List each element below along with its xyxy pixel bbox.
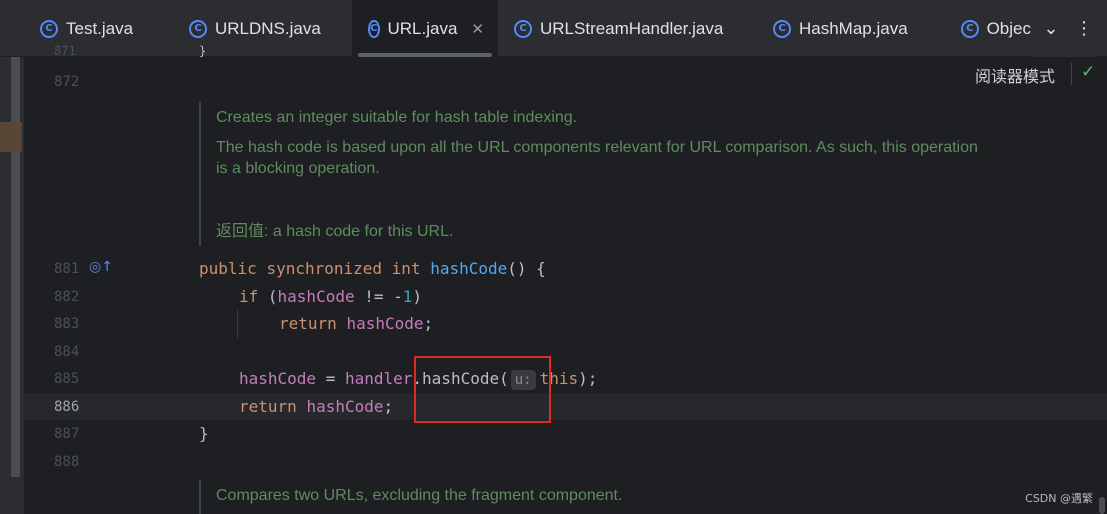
code-line-871: }	[199, 44, 206, 58]
code-line-883: return hashCode;	[279, 314, 433, 333]
tab-urlstreamhandler-java[interactable]: C URLStreamHandler.java	[498, 0, 757, 57]
class-icon: C	[40, 19, 58, 38]
code-token: if	[239, 287, 259, 306]
indent-guide	[237, 310, 238, 338]
class-icon: C	[189, 19, 207, 38]
tab-label: URL.java	[387, 18, 458, 38]
code-token: 1	[402, 287, 413, 306]
change-marker	[0, 122, 22, 152]
code-token: hashCode	[277, 287, 355, 306]
code-token: }	[199, 424, 209, 443]
code-token: );	[578, 369, 598, 388]
tab-object-java[interactable]: C Objec	[945, 0, 1045, 57]
line-number: 885	[54, 371, 80, 387]
left-tool-strip	[0, 57, 24, 514]
tab-list-dropdown-icon[interactable]: ⌄	[1032, 0, 1070, 57]
doc-summary: Compares two URLs, excluding the fragmen…	[216, 487, 623, 504]
code-token: (	[258, 287, 278, 306]
more-actions-icon[interactable]: ⋮	[1070, 0, 1098, 57]
class-icon: C	[773, 19, 791, 38]
line-number: 882	[54, 289, 80, 305]
code-token: () {	[507, 259, 546, 278]
tab-strip: C Test.java C URLDNS.java C URL.java ✕ C…	[24, 0, 1045, 57]
close-icon[interactable]: ✕	[471, 20, 484, 38]
code-line-886: return hashCode;	[239, 397, 393, 416]
code-token: return	[239, 397, 297, 416]
code-token: hashCode	[346, 314, 424, 333]
editor-tab-bar: C Test.java C URLDNS.java C URL.java ✕ C…	[0, 0, 1107, 57]
line-number-gutter	[24, 57, 156, 514]
code-line-882: if (hashCode != -1)	[239, 287, 422, 306]
code-token: synchronized	[266, 259, 383, 278]
scroll-thumb[interactable]	[1099, 497, 1105, 514]
code-token: hashCode	[306, 397, 384, 416]
class-icon: C	[514, 19, 532, 38]
doc-comment-hashcode: Creates an integer suitable for hash tab…	[199, 101, 999, 246]
tab-hashmap-java[interactable]: C HashMap.java	[757, 0, 945, 57]
line-number: 884	[54, 344, 80, 360]
doc-returns-text: a hash code for this URL.	[268, 223, 454, 240]
line-number: 888	[54, 454, 80, 470]
code-line-887: }	[199, 424, 209, 443]
code-token: }	[199, 44, 207, 58]
code-token: != -	[354, 287, 403, 306]
doc-comment-equals: Compares two URLs, excluding the fragmen…	[199, 480, 999, 514]
code-line-881: public synchronized int hashCode() {	[199, 259, 546, 278]
code-token: hashCode	[239, 369, 317, 388]
class-icon: C	[368, 19, 380, 38]
doc-detail: The hash code is based upon all the URL …	[216, 139, 978, 177]
override-method-icon[interactable]: ◎↑	[89, 259, 113, 275]
highlight-annotation-box	[414, 356, 551, 423]
line-number-current: 886	[54, 399, 80, 415]
tab-url-java[interactable]: C URL.java ✕	[352, 0, 498, 57]
doc-summary: Creates an integer suitable for hash tab…	[216, 109, 578, 126]
tab-label: HashMap.java	[799, 18, 908, 38]
editor-scrollbar[interactable]	[1097, 57, 1107, 514]
left-scrollbar[interactable]	[11, 57, 20, 477]
code-token: =	[316, 369, 345, 388]
tab-label: Objec	[986, 18, 1031, 38]
code-token: public	[199, 259, 257, 278]
line-number: 883	[54, 316, 80, 332]
code-token: hashCode	[430, 259, 508, 278]
doc-returns: 返回值: a hash code for this URL.	[216, 221, 999, 242]
divider	[1071, 63, 1072, 85]
line-number: 872	[54, 74, 80, 90]
doc-returns-label: 返回值:	[216, 223, 269, 240]
watermark: CSDN @遇繁	[1025, 492, 1093, 505]
code-token: ;	[423, 314, 434, 333]
code-token: ;	[383, 397, 394, 416]
line-number: 871	[54, 44, 76, 58]
code-token: )	[412, 287, 423, 306]
tab-label: URLDNS.java	[215, 18, 321, 38]
class-icon: C	[961, 19, 979, 38]
tab-label: Test.java	[66, 18, 134, 38]
line-number: 887	[54, 426, 80, 442]
check-icon[interactable]: ✓	[1081, 62, 1095, 82]
code-token: return	[279, 314, 337, 333]
reader-mode-toggle[interactable]: 阅读器模式	[975, 63, 1055, 87]
code-token: handler	[344, 369, 413, 388]
code-token: int	[391, 259, 421, 278]
tab-label: URLStreamHandler.java	[540, 18, 724, 38]
